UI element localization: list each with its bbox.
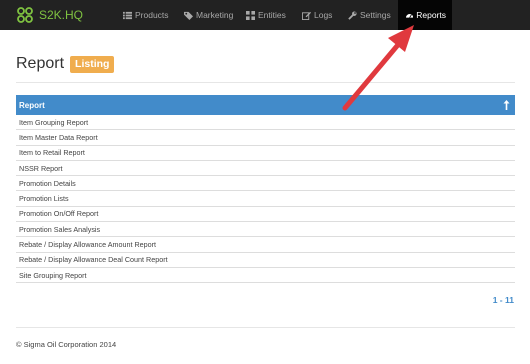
page-title: Report (16, 55, 65, 72)
edit-icon (302, 11, 311, 20)
table-header[interactable]: Report (16, 95, 515, 115)
pagination-info[interactable]: 1 - 11 (493, 295, 514, 305)
nav-reports-label: Reports (416, 10, 446, 20)
table-row[interactable]: NSSR Report (16, 161, 515, 177)
column-header-report: Report (19, 100, 45, 110)
table-row[interactable]: Item Grouping Report (16, 115, 515, 131)
table-row[interactable]: Promotion On/Off Report (16, 207, 515, 223)
table-row[interactable]: Promotion Sales Analysis (16, 222, 515, 238)
nav-settings[interactable]: Settings (342, 0, 397, 30)
table-row[interactable]: Rebate / Display Allowance Deal Count Re… (16, 253, 515, 268)
nav-logs-label: Logs (314, 10, 333, 20)
table-row[interactable]: Site Grouping Report (16, 268, 515, 284)
page-header: Report Listing (16, 55, 115, 73)
nav-entities-label: Entities (258, 10, 286, 20)
nav-products-label: Products (135, 10, 169, 20)
table-row[interactable]: Promotion Lists (16, 191, 515, 207)
footer-divider (16, 327, 515, 328)
nav-reports[interactable]: Reports (398, 0, 452, 30)
reports-table: Report Item Grouping Report Item Master … (16, 95, 515, 284)
footer-copyright: © Sigma Oil Corporation 2014 (16, 340, 117, 349)
dashboard-icon (406, 13, 414, 18)
tags-icon (184, 11, 193, 20)
grid-icon (246, 10, 255, 20)
list-icon (123, 11, 132, 19)
listing-badge: Listing (70, 55, 115, 73)
table-row[interactable]: Rebate / Display Allowance Amount Report (16, 237, 515, 253)
top-navbar: S2K.HQ Products Marketing Entities Logs (0, 0, 530, 30)
wrench-icon (348, 10, 357, 20)
brand-name: S2K.HQ (39, 8, 84, 22)
table-row[interactable]: Item to Retail Report (16, 146, 515, 161)
nav-settings-label: Settings (360, 10, 391, 20)
table-row[interactable]: Promotion Details (16, 176, 515, 192)
header-divider (16, 82, 515, 83)
brand-logo-icon (17, 7, 33, 23)
nav-logs[interactable]: Logs (296, 0, 338, 30)
brand[interactable]: S2K.HQ (16, 5, 83, 25)
nav-entities[interactable]: Entities (240, 0, 292, 30)
nav-marketing[interactable]: Marketing (178, 0, 239, 30)
nav-marketing-label: Marketing (196, 10, 234, 20)
sort-up-icon[interactable] (503, 100, 510, 110)
table-row[interactable]: Item Master Data Report (16, 130, 515, 146)
nav-products[interactable]: Products (117, 0, 175, 30)
